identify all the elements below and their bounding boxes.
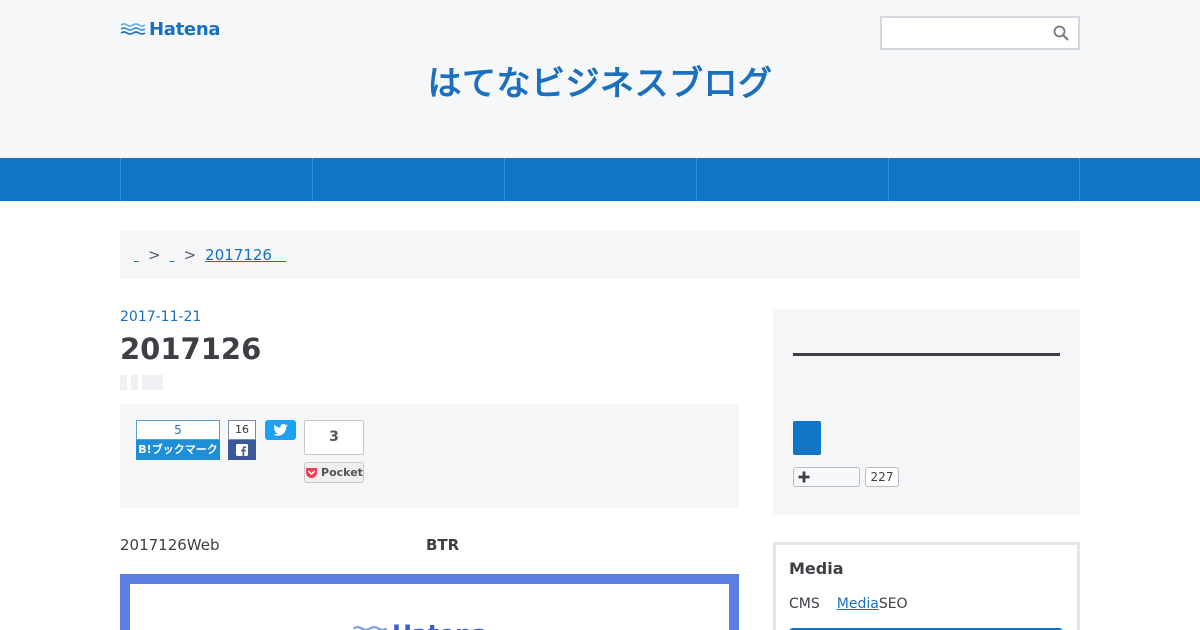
- pocket-label-text: Pocket: [321, 466, 363, 479]
- hatena-bookmark-count: 5: [136, 420, 220, 440]
- nav-item-1[interactable]: [120, 158, 312, 201]
- breadcrumb-separator: >: [183, 246, 197, 264]
- blog-header: Hatena はてなビジネスブログ: [0, 0, 1200, 158]
- facebook-share-button[interactable]: 16: [228, 420, 256, 460]
- facebook-share-count: 16: [228, 420, 256, 440]
- hatena-bookmark-button[interactable]: 5 B!ブックマーク: [136, 420, 220, 460]
- breadcrumb-current-text: 2017126: [205, 246, 272, 264]
- pocket-button[interactable]: 3 Pocket: [304, 420, 364, 484]
- twitter-share-button[interactable]: [265, 420, 296, 440]
- follow-button[interactable]: [793, 467, 860, 487]
- hatena-wave-icon: [352, 625, 388, 630]
- pocket-icon: [306, 467, 318, 478]
- media-prefix-text: CMS: [789, 596, 820, 612]
- category-chip[interactable]: [142, 375, 163, 390]
- nav-items: [120, 158, 1080, 201]
- category-chip[interactable]: [120, 375, 127, 390]
- global-nav: [0, 158, 1200, 201]
- facebook-label: [228, 440, 256, 460]
- post-intro: 2017126Web BTR: [120, 536, 739, 554]
- profile-divider: [793, 353, 1060, 356]
- post-date[interactable]: 2017-11-21: [120, 309, 201, 325]
- breadcrumb-home-link[interactable]: [134, 246, 140, 264]
- follower-count: 227: [865, 467, 899, 487]
- hatena-logo[interactable]: Hatena: [120, 18, 220, 40]
- nav-item-2[interactable]: [312, 158, 504, 201]
- post-image-inner: Hatena: [130, 584, 729, 630]
- post-title: 2017126: [120, 332, 262, 366]
- hatena-wave-icon: [120, 23, 146, 35]
- post-eyecatch-image: Hatena: [120, 574, 739, 630]
- media-suffix-text: SEO: [878, 596, 908, 612]
- twitter-icon: [273, 424, 288, 436]
- nav-item-4[interactable]: [696, 158, 888, 201]
- breadcrumb: > > 2017126: [120, 231, 1080, 279]
- sidebar-media-module: Media CMS Media SEO: [773, 542, 1080, 630]
- post-image-logo-text: Hatena: [392, 620, 488, 630]
- search-box: [880, 16, 1080, 50]
- breadcrumb-separator: >: [148, 246, 161, 264]
- facebook-icon: [236, 444, 248, 456]
- logo-text: Hatena: [149, 18, 221, 40]
- search-input[interactable]: [882, 18, 1042, 48]
- pocket-count: 3: [304, 420, 364, 455]
- plus-icon: [798, 471, 810, 483]
- media-link[interactable]: Media: [837, 596, 879, 612]
- subscribe-button[interactable]: [793, 421, 821, 455]
- breadcrumb-category-link[interactable]: [170, 246, 176, 264]
- nav-item-5[interactable]: [888, 158, 1080, 201]
- post-categories: [120, 375, 163, 390]
- blog-title[interactable]: はてなビジネスブログ: [0, 56, 1200, 105]
- post-image-hatena-logo: Hatena: [352, 620, 488, 630]
- category-chip[interactable]: [131, 375, 138, 390]
- pocket-label: Pocket: [304, 462, 364, 483]
- media-module-title: Media: [789, 559, 844, 578]
- nav-item-3[interactable]: [504, 158, 696, 201]
- post-intro-text: 2017126Web: [120, 536, 220, 554]
- search-icon: [1053, 25, 1069, 41]
- sidebar-profile-module: 227: [773, 309, 1080, 515]
- social-share-box: 5 B!ブックマーク 16 3 Pocket: [120, 404, 739, 508]
- hatena-bookmark-label: B!ブックマーク: [136, 440, 220, 460]
- breadcrumb-current-link[interactable]: 2017126: [205, 246, 286, 264]
- post-intro-bold: BTR: [426, 536, 460, 554]
- media-module-text: CMS Media SEO: [789, 596, 908, 612]
- search-button[interactable]: [1052, 25, 1070, 43]
